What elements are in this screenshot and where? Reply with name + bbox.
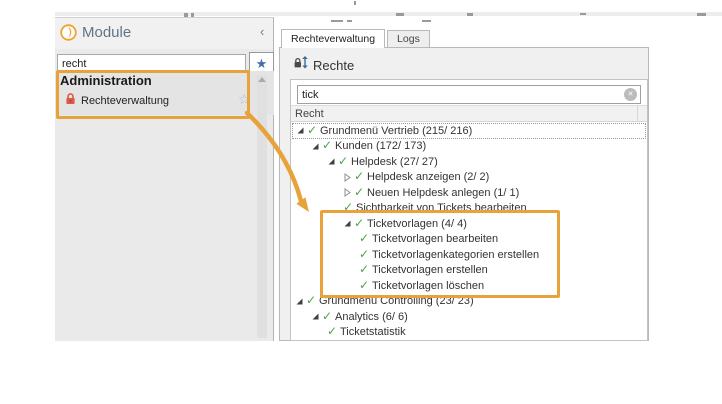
- tab-logs[interactable]: Logs: [387, 30, 430, 48]
- window-artifact: [422, 20, 431, 22]
- tab-bar: RechteverwaltungLogs: [281, 29, 430, 48]
- rights-search-input[interactable]: [297, 85, 641, 104]
- expander-expanded-icon[interactable]: [311, 312, 322, 321]
- window-artifact: [697, 13, 706, 16]
- column-header-label: Recht: [291, 108, 637, 120]
- sidebar-header: Module ‹: [55, 18, 273, 49]
- module-sidebar: Module ‹ ★ Administration Rechteverwaltu…: [55, 17, 274, 341]
- window-artifact: [354, 1, 356, 5]
- tree-row[interactable]: ✓Helpdesk (27/ 27): [292, 154, 646, 170]
- window-artifact: [396, 13, 404, 16]
- module-group: Administration Rechteverwaltung ☆: [55, 71, 274, 115]
- window-artifact: [347, 20, 352, 22]
- expander-expanded-icon[interactable]: [311, 142, 322, 151]
- app-logo-icon: [60, 24, 77, 46]
- section-header: Rechte: [294, 56, 354, 74]
- tree-row[interactable]: ✓Neuen Helpdesk anlegen (1/ 1): [292, 185, 646, 201]
- check-icon: ✓: [359, 248, 372, 260]
- sidebar-title: Module: [82, 24, 131, 41]
- tree-column-header: Recht: [291, 105, 647, 122]
- clear-search-button[interactable]: ✕: [624, 88, 637, 101]
- tab-rechteverwaltung[interactable]: Rechteverwaltung: [281, 29, 385, 48]
- star-icon: ★: [256, 58, 268, 71]
- tree-row[interactable]: ✓Ticketstatistik: [292, 325, 646, 341]
- check-icon: ✓: [354, 217, 367, 229]
- tree-row-label: Grundmenü Controlling (23/ 23): [319, 295, 474, 307]
- tree-row[interactable]: ✓Grundmenü Vertrieb (215/ 216): [292, 123, 646, 139]
- expander-expanded-icon[interactable]: [343, 219, 354, 228]
- expander-expanded-icon[interactable]: [327, 157, 338, 166]
- tree-row[interactable]: ✓Ticketvorlagen erstellen: [292, 263, 646, 279]
- expander-expanded-icon[interactable]: [295, 297, 306, 306]
- window-artifact: [467, 13, 473, 16]
- tree-row-label: Analytics (6/ 6): [335, 311, 408, 323]
- sidebar-item-label: Rechteverwaltung: [81, 95, 169, 107]
- lock-icon: [65, 92, 76, 110]
- window-artifact: [331, 20, 343, 22]
- tree-row-label: Sichtbarkeit von Tickets bearbeiten: [356, 202, 527, 214]
- check-icon: ✓: [327, 325, 340, 337]
- tree-row[interactable]: ✓Ticketvorlagen (4/ 4): [292, 216, 646, 232]
- check-icon: ✓: [322, 139, 335, 151]
- permissions-lock-sort-icon: [294, 56, 309, 74]
- check-icon: ✓: [306, 294, 319, 306]
- tree-row-label: Ticketvorlagen löschen: [372, 280, 484, 292]
- tree-row[interactable]: ✓Analytics (6/ 6): [292, 309, 646, 325]
- sidebar-item-rechteverwaltung[interactable]: Rechteverwaltung: [65, 92, 169, 110]
- section-title: Rechte: [313, 58, 354, 73]
- column-header-spacer: [637, 106, 647, 121]
- tree-row[interactable]: ✓Kunden (172/ 173): [292, 139, 646, 155]
- tree-row-label: Ticketvorlagen (4/ 4): [367, 218, 467, 230]
- tree-row[interactable]: ✓Helpdesk anzeigen (2/ 2): [292, 170, 646, 186]
- check-icon: ✓: [359, 232, 372, 244]
- tree-row-label: Ticketvorlagen bearbeiten: [372, 233, 498, 245]
- tree-row-label: Ticketvorlagenkategorien erstellen: [372, 249, 539, 261]
- check-icon: ✓: [354, 186, 367, 198]
- tree-row-label: Helpdesk (27/ 27): [351, 156, 438, 168]
- expander-expanded-icon[interactable]: [296, 126, 307, 135]
- tree-row-label: Ticketstatistik: [340, 326, 406, 338]
- check-icon: ✓: [359, 279, 372, 291]
- tree-row[interactable]: ✓Sichtbarkeit von Tickets bearbeiten: [292, 201, 646, 217]
- rights-list-box: ✕ Recht ✓Grundmenü Vertrieb (215/ 216)✓K…: [290, 79, 648, 341]
- scrollbar-up-icon[interactable]: [258, 77, 266, 82]
- expander-collapsed-icon[interactable]: [343, 173, 354, 182]
- tree-row-label: Ticketvorlagen erstellen: [372, 264, 488, 276]
- sidebar-scrollbar[interactable]: [257, 75, 267, 338]
- favorite-star-icon[interactable]: ☆: [238, 93, 251, 107]
- window-artifact: [580, 13, 586, 15]
- close-icon: ✕: [628, 91, 634, 98]
- check-icon: ✓: [343, 201, 356, 213]
- rights-panel: Rechte ✕ Recht ✓Grundmenü Vertrieb (215/…: [279, 47, 649, 341]
- check-icon: ✓: [354, 170, 367, 182]
- collapse-panel-icon[interactable]: ‹: [260, 24, 264, 39]
- tree-row-label: Helpdesk anzeigen (2/ 2): [367, 171, 489, 183]
- tree-row-label: Neuen Helpdesk anlegen (1/ 1): [367, 187, 519, 199]
- check-icon: ✓: [359, 263, 372, 275]
- tree-row[interactable]: ✓Ticketvorlagenkategorien erstellen: [292, 247, 646, 263]
- tree-row[interactable]: ✓Ticketvorlagen bearbeiten: [292, 232, 646, 248]
- check-icon: ✓: [338, 155, 351, 167]
- check-icon: ✓: [307, 124, 320, 136]
- tree-rows: ✓Grundmenü Vertrieb (215/ 216)✓Kunden (1…: [292, 123, 646, 340]
- tree-row[interactable]: ✓Ticketvorlagen löschen: [292, 278, 646, 294]
- window-artifact-strip: [55, 12, 722, 16]
- tree-row-label: Kunden (172/ 173): [335, 140, 426, 152]
- expander-collapsed-icon[interactable]: [343, 188, 354, 197]
- tree-row[interactable]: ✓Grundmenü Controlling (23/ 23): [292, 294, 646, 310]
- module-group-title: Administration: [60, 73, 152, 88]
- tree-row-label: Grundmenü Vertrieb (215/ 216): [320, 125, 472, 137]
- check-icon: ✓: [322, 310, 335, 322]
